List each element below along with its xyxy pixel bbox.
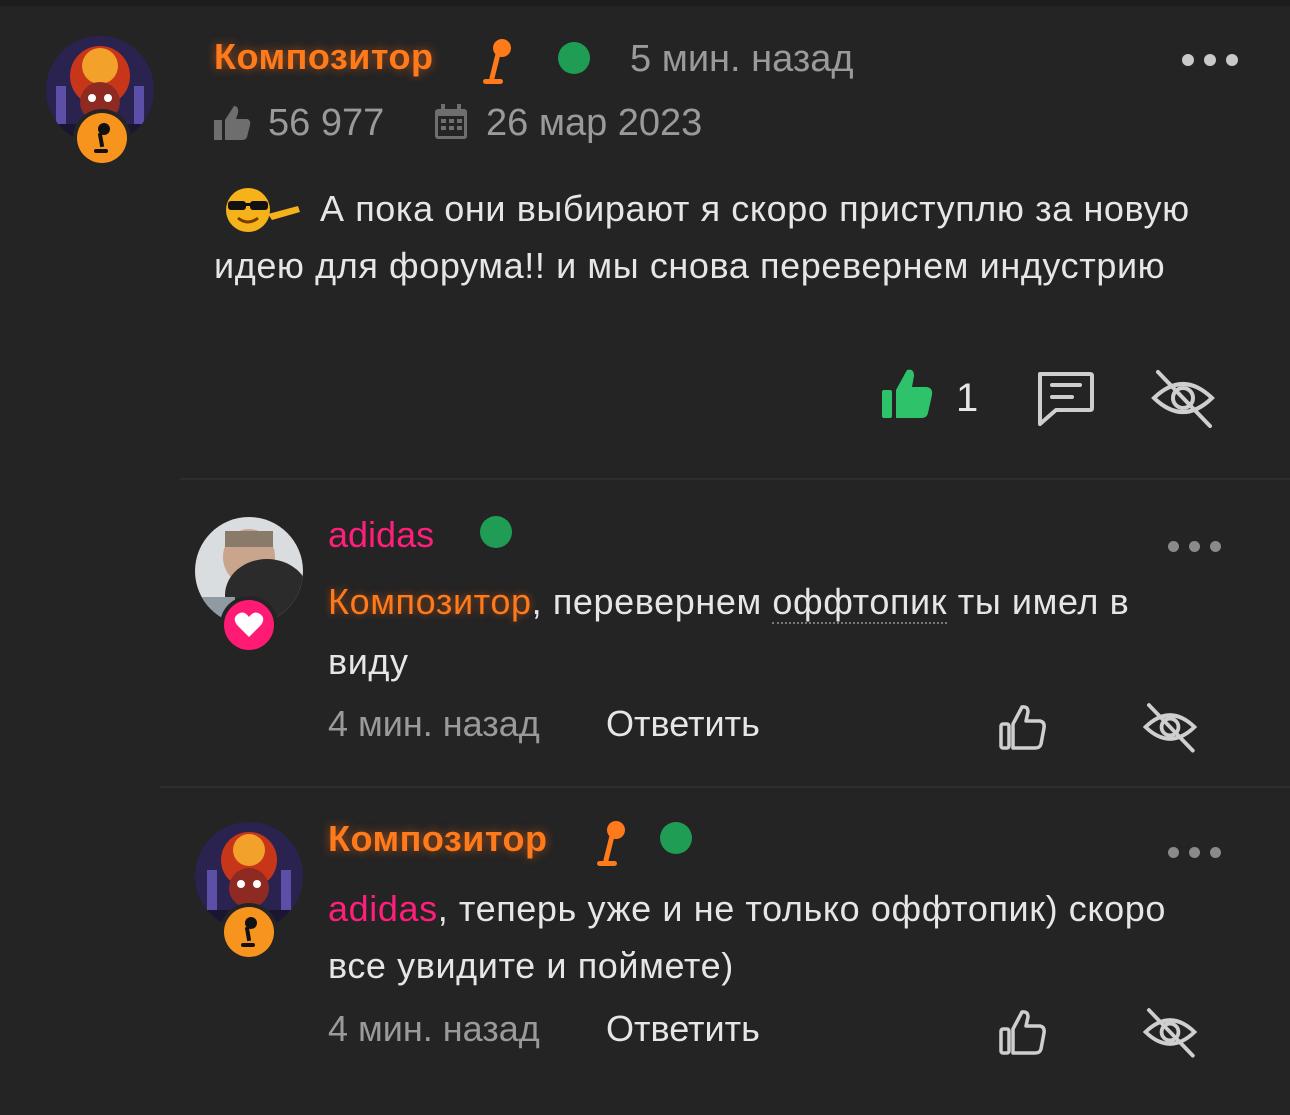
microphone-icon	[478, 36, 514, 93]
more-icon[interactable]	[1168, 541, 1221, 552]
microphone-icon	[241, 917, 257, 947]
reply-button[interactable]: Ответить	[606, 1008, 760, 1050]
heart-icon	[234, 612, 264, 637]
reply-author[interactable]: Композитор	[328, 818, 548, 860]
online-indicator	[558, 42, 590, 74]
reply-button[interactable]: Ответить	[606, 703, 760, 745]
thumbs-up-icon	[212, 102, 252, 147]
like-button[interactable]	[880, 366, 934, 425]
eye-off-icon[interactable]	[1142, 1005, 1198, 1064]
more-icon[interactable]	[1168, 847, 1221, 858]
comment-icon[interactable]	[1034, 368, 1096, 433]
eye-off-icon[interactable]	[1142, 700, 1198, 759]
mention-link[interactable]: adidas	[328, 888, 438, 929]
reply-text-part: , теперь уже и не только оффтопик) скоро…	[328, 888, 1167, 986]
heart-badge	[224, 600, 274, 650]
reply-text-part: , перевернем	[531, 581, 773, 622]
like-count: 1	[956, 376, 979, 420]
divider	[180, 478, 1290, 480]
top-divider	[0, 0, 1290, 6]
reply-time: 4 мин. назад	[328, 703, 540, 744]
thumbs-up-icon[interactable]	[998, 702, 1048, 757]
comment-text: А пока они выбирают я скоро приступлю за…	[214, 188, 1190, 286]
divider	[160, 786, 1290, 788]
more-icon[interactable]	[1182, 54, 1238, 66]
microphone-badge	[77, 113, 127, 163]
mention-link[interactable]: Композитор	[328, 581, 532, 622]
comment-time: 5 мин. назад	[630, 38, 854, 80]
online-indicator	[660, 822, 692, 854]
reputation: 56 977	[268, 102, 385, 144]
eye-off-icon[interactable]	[1150, 366, 1216, 435]
microphone-badge	[224, 907, 274, 957]
registration-date: 26 мар 2023	[486, 102, 703, 144]
reply-text: Композитор, перевернем оффтопик ты имел …	[328, 572, 1208, 692]
thumbs-up-icon[interactable]	[998, 1007, 1048, 1062]
comment-author[interactable]: Композитор	[214, 36, 434, 78]
term-link[interactable]: оффтопик	[772, 581, 948, 624]
reply-time: 4 мин. назад	[328, 1008, 540, 1049]
online-indicator	[480, 516, 512, 548]
microphone-icon	[94, 123, 110, 153]
reply-text: adidas, теперь уже и не только оффтопик)…	[328, 880, 1228, 994]
microphone-icon	[592, 818, 628, 875]
reply-author[interactable]: adidas	[328, 514, 434, 556]
thumbs-up-icon	[882, 369, 933, 418]
calendar-icon	[434, 104, 468, 145]
